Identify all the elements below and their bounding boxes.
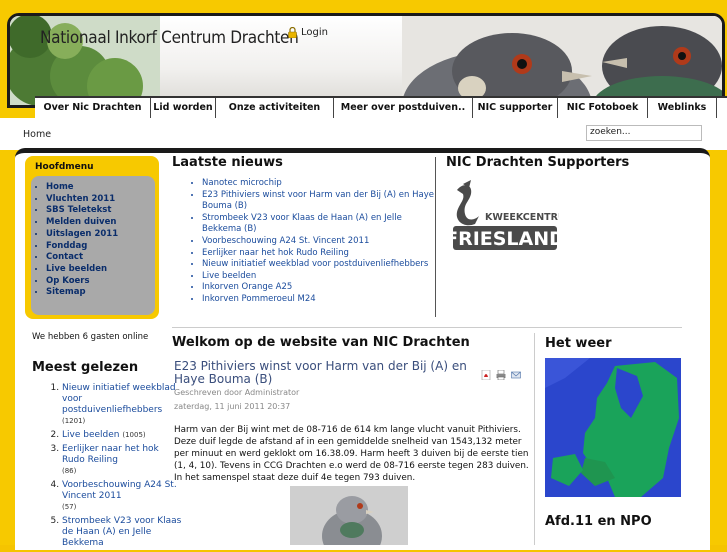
list-item: Eerlijker naar het hok Rudo Reiling (86) xyxy=(62,444,184,477)
welcome-title: Welkom op de website van NIC Drachten xyxy=(172,335,470,350)
menu-item-live-beelden[interactable]: Live beelden xyxy=(46,264,118,276)
nav-item-lid-worden[interactable]: Lid worden xyxy=(151,98,216,118)
lock-icon xyxy=(288,27,297,38)
section-divider xyxy=(172,327,682,328)
site-title: Nationaal Inkorf Centrum Drachten xyxy=(40,28,299,48)
read-count: (1005) xyxy=(122,431,146,439)
menu-item-fonddag[interactable]: Fonddag xyxy=(46,241,118,253)
news-link[interactable]: Strombeek V23 voor Klaas de Haan (A) en … xyxy=(202,213,442,236)
main-navigation: Over Nic Drachten Lid worden Onze activi… xyxy=(35,96,727,118)
read-count: (86) xyxy=(62,467,77,475)
menu-item-op-koers[interactable]: Op Koers xyxy=(46,276,118,288)
article-date: zaterdag, 11 juni 2011 20:37 xyxy=(174,402,291,411)
news-link[interactable]: Nanotec microchip xyxy=(202,178,442,190)
most-read-link[interactable]: Live beelden xyxy=(62,430,119,440)
pdf-icon[interactable] xyxy=(481,365,491,381)
breadcrumb[interactable]: Home xyxy=(23,129,51,140)
nav-item-nic-supporter[interactable]: NIC supporter xyxy=(473,98,558,118)
article-title[interactable]: E23 Pithiviers winst voor Harm van der B… xyxy=(174,360,474,386)
news-link[interactable]: Voorbeschouwing A24 St. Vincent 2011 xyxy=(202,236,442,248)
most-read-link[interactable]: Voorbeschouwing A24 St. Vincent 2011 xyxy=(62,480,177,501)
afd-title: Afd.11 en NPO xyxy=(545,514,652,529)
menu-item-vluchten-2011[interactable]: Vluchten 2011 xyxy=(46,194,118,206)
menu-item-melden-duiven[interactable]: Melden duiven xyxy=(46,217,118,229)
column-divider xyxy=(534,333,535,545)
menu-item-contact[interactable]: Contact xyxy=(46,252,118,264)
nav-item-weblinks[interactable]: Weblinks xyxy=(648,98,717,118)
main-menu-title: Hoofdmenu xyxy=(35,162,94,172)
email-icon[interactable] xyxy=(511,365,521,379)
site-banner: Nationaal Inkorf Centrum Drachten xyxy=(7,13,725,108)
main-menu-list: Home Vluchten 2011 SBS Teletekst Melden … xyxy=(34,182,118,299)
login-link[interactable]: Login xyxy=(288,27,328,38)
weather-title: Het weer xyxy=(545,336,612,351)
article-body: Harm van der Bij wint met de 08-716 de 6… xyxy=(174,425,529,483)
most-read-list: Nieuw initiatief weekblad voor postduive… xyxy=(38,383,184,552)
read-count: (1201) xyxy=(62,417,86,425)
pigeon-photo xyxy=(290,486,408,545)
news-link[interactable]: Inkorven Pommeroeul M24 xyxy=(202,294,442,306)
list-item: Nieuw initiatief weekblad voor postduive… xyxy=(62,383,184,427)
latest-news-title: Laatste nieuws xyxy=(172,155,283,170)
login-label: Login xyxy=(301,27,328,38)
list-item: Strombeek V23 voor Klaas de Haan (A) en … xyxy=(62,516,184,549)
search-input[interactable]: zoeken... xyxy=(586,125,702,141)
most-read-link[interactable]: Nieuw initiatief weekblad voor postduive… xyxy=(62,383,176,415)
list-item: Voorbeschouwing A24 St. Vincent 2011 (57) xyxy=(62,480,184,513)
read-count: (57) xyxy=(62,503,77,511)
news-link[interactable]: Live beelden xyxy=(202,271,442,283)
menu-item-sbs-teletekst[interactable]: SBS Teletekst xyxy=(46,205,118,217)
article-author: Geschreven door Administrator xyxy=(174,388,300,397)
nav-item-over-nic-drachten[interactable]: Over Nic Drachten xyxy=(35,98,151,118)
news-link[interactable]: E23 Pithiviers winst voor Harm van der B… xyxy=(202,190,442,213)
supporters-title: NIC Drachten Supporters xyxy=(446,155,630,170)
nav-item-nic-fotoboek[interactable]: NIC Fotoboek xyxy=(558,98,648,118)
most-read-link[interactable]: Strombeek V23 voor Klaas de Haan (A) en … xyxy=(62,516,181,548)
most-read-link[interactable]: Eerlijker naar het hok Rudo Reiling xyxy=(62,444,159,465)
menu-item-home[interactable]: Home xyxy=(46,182,118,194)
nav-item-onze-activiteiten[interactable]: Onze activiteiten xyxy=(216,98,334,118)
print-icon[interactable] xyxy=(496,365,506,381)
news-link[interactable]: Inkorven Orange A25 xyxy=(202,282,442,294)
kweekcentrum-friesland-logo[interactable]: KWEEKCENTRUM FRIESLAND xyxy=(449,180,559,252)
pigeon-banner-image xyxy=(402,16,722,105)
menu-item-uitslagen-2011[interactable]: Uitslagen 2011 xyxy=(46,229,118,241)
news-link[interactable]: Eerlijker naar het hok Rudo Reiling xyxy=(202,248,442,260)
most-read-title: Meest gelezen xyxy=(32,360,139,375)
latest-news-list: Nanotec microchip E23 Pithiviers winst v… xyxy=(190,178,442,306)
guests-online-text: We hebben 6 gasten online xyxy=(32,332,149,342)
logo-bottom-text: FRIESLAND xyxy=(449,228,559,250)
list-item: Live beelden (1005) xyxy=(62,430,184,441)
menu-item-sitemap[interactable]: Sitemap xyxy=(46,287,118,299)
column-divider xyxy=(435,157,436,317)
news-link[interactable]: Nieuw initiatief weekblad voor postduive… xyxy=(202,259,442,271)
article-actions xyxy=(481,365,521,381)
nav-item-meer-over-postduiven[interactable]: Meer over postduiven.. xyxy=(334,98,473,118)
logo-top-text: KWEEKCENTRUM xyxy=(485,212,559,223)
weather-map[interactable] xyxy=(545,358,681,497)
